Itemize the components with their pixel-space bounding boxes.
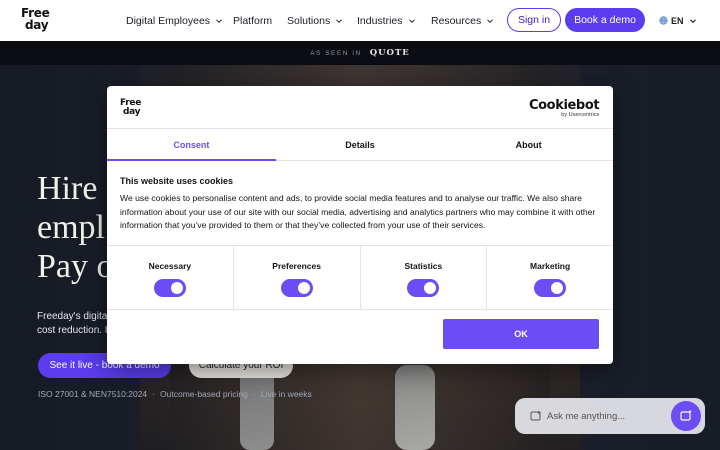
- category-label: Marketing: [530, 261, 571, 271]
- ok-button[interactable]: OK: [443, 319, 599, 349]
- nav-item-industries[interactable]: Industries: [357, 0, 416, 41]
- chat-bubble-icon: [680, 409, 692, 421]
- chevron-down-icon: [689, 18, 696, 23]
- nav-item-label: Resources: [431, 14, 482, 27]
- cookiebot-logo[interactable]: Cookiebot by Usercentrics: [529, 98, 600, 118]
- trust-badges: ISO 27001 & NEN7510:2024 · Outcome-based…: [38, 389, 312, 399]
- dialog-body-text: We use cookies to personalise content an…: [120, 193, 596, 230]
- nav-item-solutions[interactable]: Solutions: [287, 0, 343, 41]
- hero-title-line: Hire: [37, 170, 98, 207]
- quote-logo: QUOTE: [369, 48, 410, 58]
- toggle-knob: [170, 282, 183, 294]
- hero-title-line: empl: [37, 209, 105, 246]
- sparkle-chat-icon: [530, 410, 541, 421]
- hero-description-line: Freeday's digital: [37, 311, 110, 322]
- tab-about[interactable]: About: [444, 129, 613, 160]
- toggle-knob: [424, 282, 437, 294]
- statistics-toggle[interactable]: [407, 279, 440, 297]
- category-label: Statistics: [404, 261, 443, 271]
- toggle-knob: [297, 282, 310, 294]
- hero-description-line: cost reduction. 8: [37, 325, 111, 336]
- freeday-logo[interactable]: Free day: [21, 7, 55, 35]
- logo-line-2: day: [25, 18, 49, 32]
- category-marketing: Marketing: [487, 246, 613, 309]
- badge-live: Live in weeks: [260, 389, 312, 399]
- chat-widget[interactable]: Ask me anything...: [515, 398, 705, 434]
- badge-pricing: Outcome-based pricing: [160, 389, 248, 399]
- globe-icon: [659, 16, 668, 25]
- category-label: Preferences: [272, 261, 321, 271]
- language-selector[interactable]: EN: [659, 0, 697, 41]
- preferences-toggle[interactable]: [280, 279, 313, 297]
- toggle-knob: [551, 282, 564, 294]
- hero-title: Hire empl Pay o: [37, 169, 114, 286]
- freeday-logo: Free day: [120, 99, 141, 117]
- marketing-toggle[interactable]: [534, 279, 567, 297]
- nav-item-resources[interactable]: Resources: [431, 0, 494, 41]
- category-statistics: Statistics: [361, 246, 488, 309]
- badge-iso: ISO 27001 & NEN7510:2024: [38, 389, 148, 399]
- hero-description: Freeday's digital cost reduction. 8: [37, 310, 112, 338]
- badge-separator: ·: [152, 389, 156, 399]
- badge-separator: ·: [252, 389, 256, 399]
- nav-item-platform[interactable]: Platform: [233, 0, 272, 41]
- sign-in-button[interactable]: Sign in: [507, 8, 561, 32]
- category-necessary: Necessary: [107, 246, 234, 309]
- chevron-down-icon: [487, 18, 494, 23]
- top-nav: Free day Digital Employees Platform Solu…: [0, 0, 720, 41]
- nav-item-digital-employees[interactable]: Digital Employees: [126, 0, 223, 41]
- dialog-heading: This website uses cookies: [120, 176, 234, 186]
- chevron-down-icon: [216, 18, 222, 23]
- nav-item-label: Platform: [233, 14, 273, 27]
- chat-open-button[interactable]: [671, 401, 701, 431]
- nav-item-label: Digital Employees: [126, 14, 211, 27]
- category-preferences: Preferences: [234, 246, 361, 309]
- as-seen-in-label: AS SEEN IN: [310, 49, 362, 57]
- tab-details[interactable]: Details: [276, 129, 445, 160]
- tab-consent[interactable]: Consent: [107, 129, 276, 161]
- chevron-down-icon: [336, 18, 343, 23]
- cookiebot-brand-name: Cookiebot: [529, 98, 600, 113]
- press-strip: AS SEEN IN QUOTE: [0, 41, 720, 65]
- chevron-down-icon: [408, 18, 415, 23]
- necessary-toggle[interactable]: [153, 279, 186, 297]
- chat-input-placeholder[interactable]: Ask me anything...: [547, 411, 625, 422]
- nav-item-label: Industries: [357, 14, 403, 27]
- category-label: Necessary: [148, 261, 192, 271]
- cookie-consent-dialog: Free day Cookiebot by Usercentrics Conse…: [107, 86, 613, 364]
- logo-line-2: day: [123, 107, 141, 117]
- consent-tabs: Consent Details About: [107, 129, 613, 161]
- language-label: EN: [671, 15, 684, 26]
- hero-title-line: Pay o: [37, 248, 114, 285]
- book-demo-button[interactable]: Book a demo: [565, 8, 645, 32]
- cookie-category-toggles: Necessary Preferences Statistics Marketi…: [107, 245, 613, 310]
- nav-item-label: Solutions: [287, 14, 331, 27]
